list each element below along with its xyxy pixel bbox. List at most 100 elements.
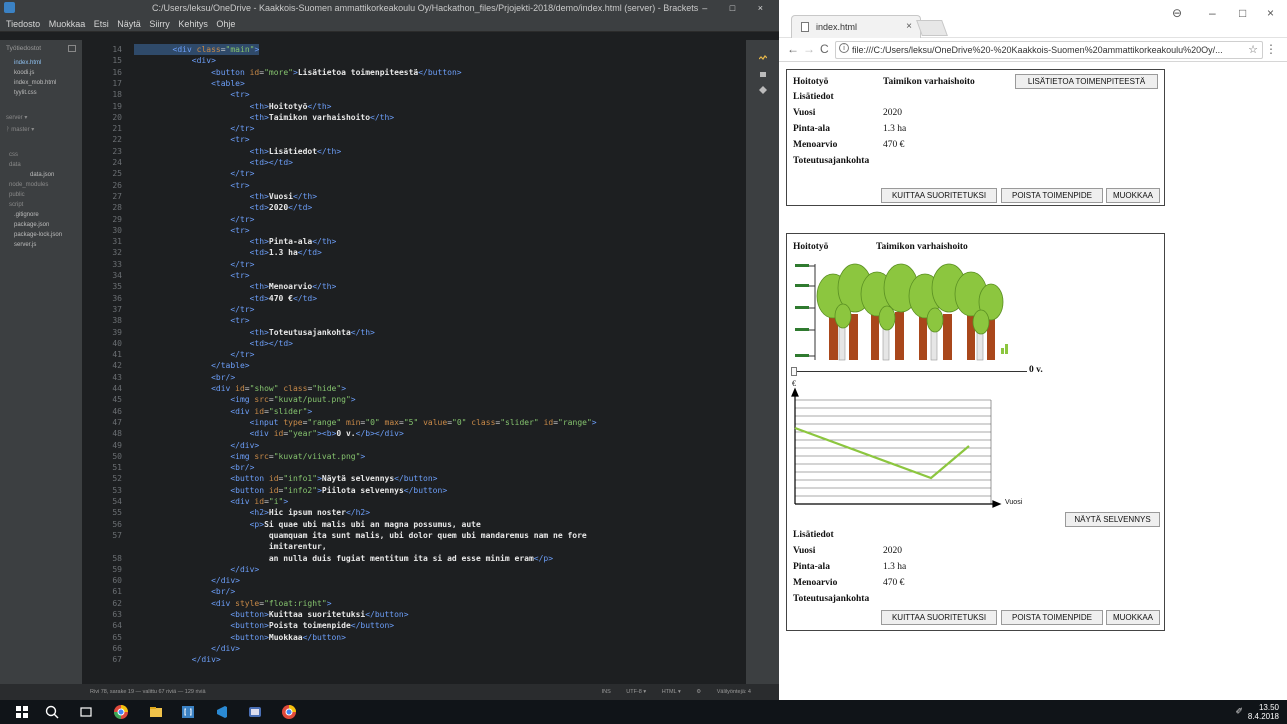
brackets-titlebar[interactable]: C:/Users/leksu/OneDrive - Kaakkois-Suome… <box>0 0 779 16</box>
chrome-taskbar-icon-2[interactable] <box>281 704 297 720</box>
code-line[interactable]: 45 <img src="kuvat/puut.png"> <box>82 394 746 405</box>
code-line[interactable]: 51 <br/> <box>82 462 746 473</box>
mark-done-button[interactable]: KUITTAA SUORITETUKSI <box>881 188 997 203</box>
code-line[interactable]: 52 <button id="info1">Näytä selvennys</b… <box>82 473 746 484</box>
menu-etsi[interactable]: Etsi <box>94 19 109 29</box>
split-view-icon[interactable] <box>68 45 76 52</box>
chrome-taskbar-icon[interactable] <box>113 704 129 720</box>
code-line[interactable]: 32 <td>1.3 ha</td> <box>82 247 746 258</box>
brackets-window-controls[interactable]: – □ × <box>702 0 773 16</box>
close-button[interactable]: × <box>1267 6 1274 20</box>
edit-button[interactable]: MUOKKAA <box>1106 188 1160 203</box>
code-line[interactable]: 22 <tr> <box>82 134 746 145</box>
code-line[interactable]: 43 <br/> <box>82 372 746 383</box>
working-file-item[interactable]: tyylit.css <box>0 88 82 98</box>
project-tree-item[interactable]: server.js <box>0 240 82 250</box>
extension-manager-icon[interactable] <box>759 70 767 78</box>
new-tab-button[interactable] <box>916 20 948 36</box>
code-line[interactable]: 57 quamquam ita sunt malis, ubi dolor qu… <box>82 530 746 541</box>
search-icon[interactable] <box>44 704 60 720</box>
code-line[interactable]: 63 <button>Kuittaa suoritetuksi</button> <box>82 609 746 620</box>
vscode-taskbar-icon[interactable] <box>214 704 230 720</box>
code-line[interactable]: 64 <button>Poista toimenpide</button> <box>82 620 746 631</box>
back-arrow-icon[interactable]: ← <box>787 42 799 56</box>
code-line[interactable]: 62 <div style="float:right"> <box>82 598 746 609</box>
mark-done-button[interactable]: KUITTAA SUORITETUKSI <box>881 610 997 625</box>
code-line[interactable]: 29 </tr> <box>82 214 746 225</box>
code-line[interactable]: 59 </div> <box>82 564 746 575</box>
info-icon[interactable]: i <box>839 43 849 53</box>
code-line[interactable]: 34 <tr> <box>82 270 746 281</box>
pen-icon[interactable]: ✐ <box>1235 706 1243 717</box>
delete-task-button[interactable]: POISTA TOIMENPIDE <box>1001 188 1103 203</box>
address-bar[interactable]: i file:///C:/Users/leksu/OneDrive%20-%20… <box>835 41 1263 59</box>
live-preview-icon[interactable] <box>759 54 767 62</box>
code-line[interactable]: 55 <h2>Hic ipsum noster</h2> <box>82 507 746 518</box>
code-line[interactable]: 42 </table> <box>82 360 746 371</box>
chrome-menu-icon[interactable]: ⋮ <box>1265 42 1277 56</box>
project-tree-item[interactable]: package-lock.json <box>0 230 82 240</box>
brackets-taskbar-icon[interactable] <box>180 704 196 720</box>
working-file-item[interactable]: index.html <box>0 58 82 68</box>
code-line[interactable]: 20 <th>Taimikon varhaishoito</th> <box>82 112 746 123</box>
menu-kehitys[interactable]: Kehitys <box>178 19 208 29</box>
code-line[interactable]: 31 <th>Pinta-ala</th> <box>82 236 746 247</box>
code-line[interactable]: 41 </tr> <box>82 349 746 360</box>
code-line[interactable]: 35 <th>Menoarvio</th> <box>82 281 746 292</box>
code-line[interactable]: 21 </tr> <box>82 123 746 134</box>
code-line[interactable]: 17 <table> <box>82 78 746 89</box>
system-clock[interactable]: 13.50 8.4.2018 <box>1248 703 1279 721</box>
code-line[interactable]: 33 </tr> <box>82 259 746 270</box>
code-line[interactable]: 67 </div> <box>82 654 746 665</box>
menu-siirry[interactable]: Siirry <box>149 19 170 29</box>
language-dropdown[interactable]: HTML ▾ <box>662 689 681 695</box>
code-line[interactable]: 60 </div> <box>82 575 746 586</box>
code-line[interactable]: 28 <td>2020</td> <box>82 202 746 213</box>
menu-tiedosto[interactable]: Tiedosto <box>6 19 40 29</box>
project-tree-item[interactable]: public <box>0 190 82 200</box>
project-tree-item[interactable]: package.json <box>0 220 82 230</box>
code-line[interactable]: 61 <br/> <box>82 586 746 597</box>
code-line[interactable]: 16 <button id="more">Lisätietoa toimenpi… <box>82 67 746 78</box>
delete-task-button[interactable]: POISTA TOIMENPIDE <box>1001 610 1103 625</box>
code-line[interactable]: 26 <tr> <box>82 180 746 191</box>
tab-close-icon[interactable]: × <box>906 16 912 38</box>
forward-arrow-icon[interactable]: → <box>803 42 815 56</box>
working-file-item[interactable]: index_mob.html <box>0 78 82 88</box>
insert-mode-indicator[interactable]: INS <box>602 689 611 695</box>
code-line[interactable]: 15 <div> <box>82 55 746 66</box>
code-line[interactable]: 38 <tr> <box>82 315 746 326</box>
task-view-icon[interactable] <box>78 704 94 720</box>
bookmark-star-icon[interactable]: ☆ <box>1248 42 1258 58</box>
windows-start-icon[interactable] <box>14 704 30 720</box>
code-line[interactable]: 19 <th>Hoitotyö</th> <box>82 101 746 112</box>
project-tree-item[interactable]: script <box>0 200 82 210</box>
code-line[interactable]: 49 </div> <box>82 440 746 451</box>
maximize-button[interactable]: □ <box>1239 6 1246 20</box>
menu-muokkaa[interactable]: Muokkaa <box>49 19 86 29</box>
project-tree-item[interactable]: data.json <box>0 170 82 180</box>
browser-tab[interactable]: index.html × <box>791 15 921 38</box>
menu-ohje[interactable]: Ohje <box>216 19 235 29</box>
code-line[interactable]: 37 </tr> <box>82 304 746 315</box>
code-line[interactable]: 44 <div id="show" class="hide"> <box>82 383 746 394</box>
more-info-button[interactable]: LISÄTIETOA TOIMENPITEESTÄ <box>1015 74 1158 89</box>
git-icon[interactable] <box>759 86 767 94</box>
code-line[interactable]: 66 </div> <box>82 643 746 654</box>
project-tree-item[interactable]: data <box>0 160 82 170</box>
minimize-button[interactable]: – <box>1209 6 1216 20</box>
slider-thumb[interactable] <box>791 367 797 376</box>
code-editor[interactable]: 14 <div class="main"> 15 <div> 16 <button … <box>82 40 746 684</box>
code-line[interactable]: 14 <div class="main"> <box>82 44 746 55</box>
project-tree-item[interactable]: node_modules <box>0 180 82 190</box>
code-line[interactable]: 25 </tr> <box>82 168 746 179</box>
project-tree-item[interactable]: .gitignore <box>0 210 82 220</box>
menu-nayta[interactable]: Näytä <box>117 19 141 29</box>
project-tree-item[interactable]: css <box>0 150 82 160</box>
year-slider[interactable] <box>791 367 1027 377</box>
code-line[interactable]: 50 <img src="kuvat/viivat.png"> <box>82 451 746 462</box>
code-line[interactable]: 54 <div id="i"> <box>82 496 746 507</box>
code-line[interactable]: 48 <div id="year"><b>0 v.</b></div> <box>82 428 746 439</box>
show-explanation-button[interactable]: NÄYTÄ SELVENNYS <box>1065 512 1160 527</box>
project-dropdown[interactable]: server ▾ <box>0 112 82 124</box>
